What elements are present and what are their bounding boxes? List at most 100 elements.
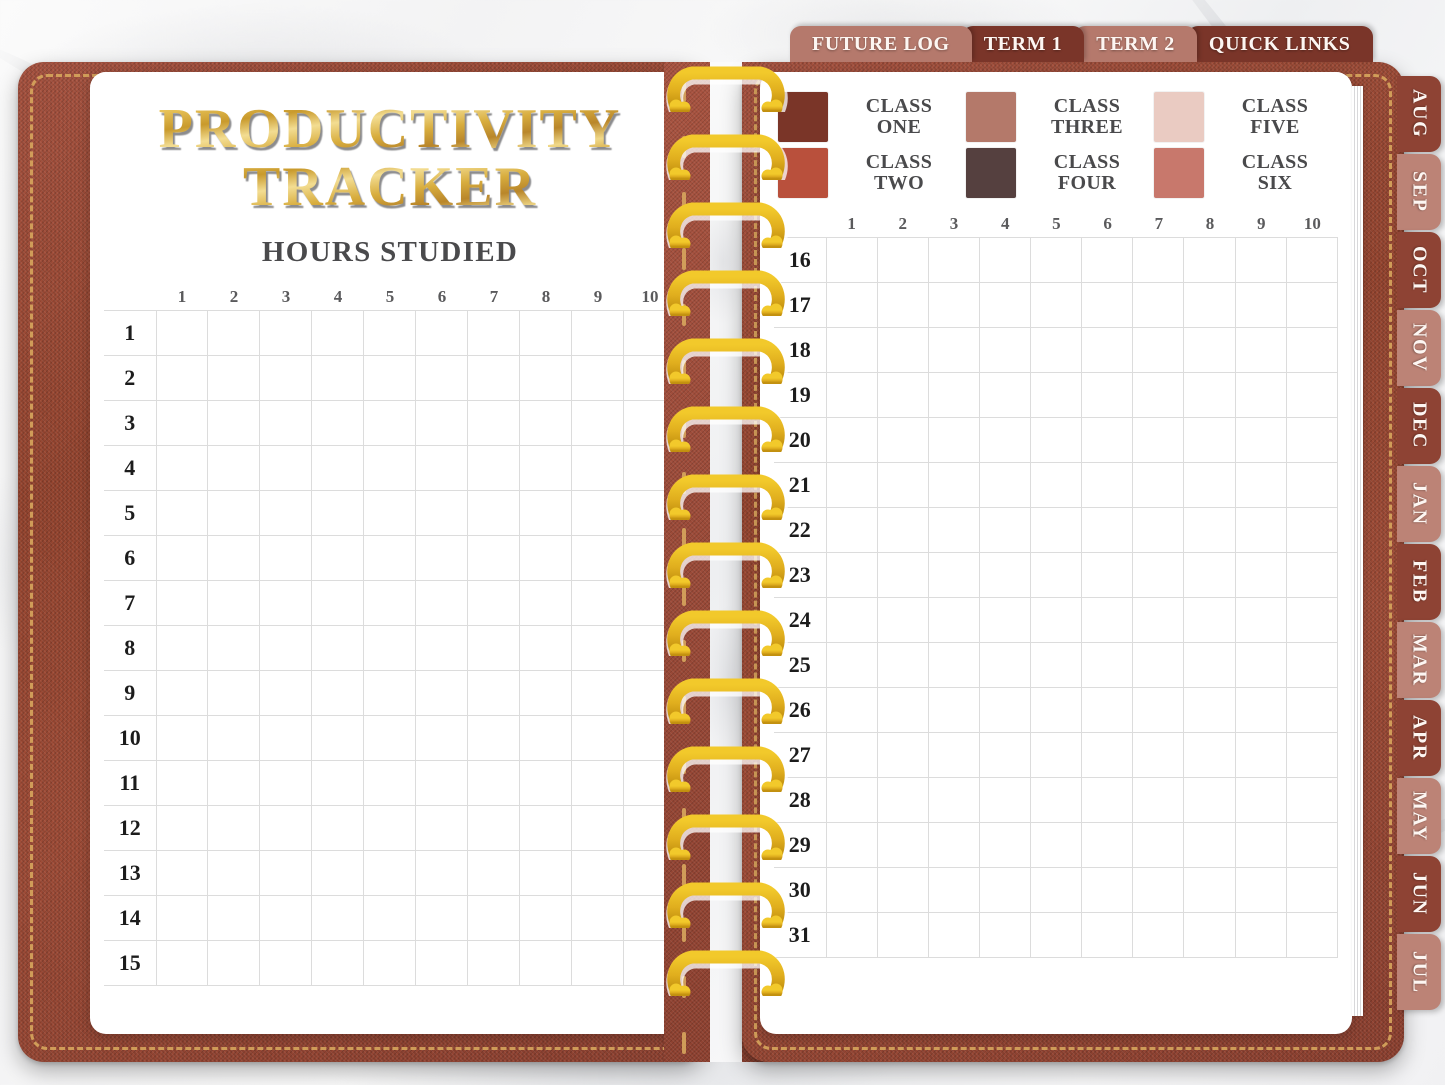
tracker-cell[interactable]: [927, 552, 980, 598]
tracker-cell[interactable]: [876, 642, 929, 688]
tracker-cell[interactable]: [155, 895, 209, 942]
tracker-cell[interactable]: [155, 310, 209, 357]
tracker-cell[interactable]: [1132, 732, 1185, 778]
tracker-cell[interactable]: [311, 400, 365, 447]
tracker-cell[interactable]: [467, 310, 521, 357]
tracker-cell[interactable]: [1030, 417, 1083, 463]
tracker-cell[interactable]: [207, 940, 261, 987]
tracker-cell[interactable]: [1285, 237, 1339, 283]
tracker-cell[interactable]: [1183, 822, 1236, 868]
tracker-cell[interactable]: [1234, 597, 1287, 643]
tracker-cell[interactable]: [1081, 372, 1134, 418]
tracker-cell[interactable]: [259, 895, 313, 942]
tracker-cell[interactable]: [1234, 282, 1287, 328]
tracker-cell[interactable]: [519, 400, 572, 447]
tracker-cell[interactable]: [1285, 732, 1339, 778]
tracker-cell[interactable]: [467, 355, 521, 402]
tracker-cell[interactable]: [1081, 417, 1134, 463]
tracker-cell[interactable]: [1081, 597, 1134, 643]
tracker-cell[interactable]: [1183, 327, 1236, 373]
tracker-cell[interactable]: [1132, 372, 1185, 418]
top-tab-quick-links[interactable]: QUICK LINKS: [1186, 26, 1373, 62]
tracker-cell[interactable]: [1285, 867, 1339, 913]
tracker-cell[interactable]: [876, 867, 929, 913]
tracker-cell[interactable]: [363, 850, 417, 897]
tracker-cell[interactable]: [519, 670, 572, 717]
tracker-cell[interactable]: [207, 580, 261, 627]
tracker-cell[interactable]: [1081, 867, 1134, 913]
tracker-cell[interactable]: [876, 552, 929, 598]
tracker-cell[interactable]: [825, 237, 878, 283]
tracker-cell[interactable]: [363, 580, 417, 627]
tracker-cell[interactable]: [363, 445, 417, 492]
month-tab-jun[interactable]: JUN: [1397, 856, 1441, 932]
tracker-cell[interactable]: [1183, 507, 1236, 553]
tracker-cell[interactable]: [1183, 732, 1236, 778]
tracker-cell[interactable]: [978, 822, 1032, 868]
tracker-cell[interactable]: [1183, 687, 1236, 733]
tracker-cell[interactable]: [155, 850, 209, 897]
tracker-cell[interactable]: [978, 597, 1032, 643]
tracker-cell[interactable]: [363, 310, 417, 357]
tracker-cell[interactable]: [571, 760, 624, 807]
tracker-cell[interactable]: [978, 282, 1032, 328]
tracker-cell[interactable]: [259, 715, 313, 762]
tracker-cell[interactable]: [1132, 642, 1185, 688]
tracker-cell[interactable]: [259, 490, 313, 537]
legend-item-class-six[interactable]: CLASS SIX: [1154, 148, 1334, 198]
tracker-cell[interactable]: [1081, 507, 1134, 553]
tracker-cell[interactable]: [259, 355, 313, 402]
tracker-cell[interactable]: [311, 580, 365, 627]
tracker-cell[interactable]: [415, 310, 469, 357]
tracker-cell[interactable]: [1081, 822, 1134, 868]
tracker-cell[interactable]: [1234, 462, 1287, 508]
tracker-cell[interactable]: [467, 850, 521, 897]
tracker-cell[interactable]: [467, 400, 521, 447]
tracker-cell[interactable]: [311, 445, 365, 492]
tracker-cell[interactable]: [311, 895, 365, 942]
tracker-cell[interactable]: [1285, 417, 1339, 463]
tracker-cell[interactable]: [1285, 327, 1339, 373]
tracker-cell[interactable]: [1285, 552, 1339, 598]
tracker-cell[interactable]: [876, 372, 929, 418]
month-tab-mar[interactable]: MAR: [1397, 622, 1441, 698]
tracker-cell[interactable]: [311, 670, 365, 717]
tracker-cell[interactable]: [978, 237, 1032, 283]
tracker-cell[interactable]: [1081, 282, 1134, 328]
tracker-cell[interactable]: [155, 355, 209, 402]
tracker-cell[interactable]: [519, 895, 572, 942]
tracker-cell[interactable]: [363, 355, 417, 402]
swatch-class-one[interactable]: [778, 92, 828, 142]
tracker-cell[interactable]: [927, 237, 980, 283]
tracker-cell[interactable]: [927, 597, 980, 643]
tracker-cell[interactable]: [519, 490, 572, 537]
tracker-cell[interactable]: [1234, 732, 1287, 778]
tracker-cell[interactable]: [415, 490, 469, 537]
tracker-cell[interactable]: [927, 687, 980, 733]
tracker-cell[interactable]: [927, 417, 980, 463]
tracker-cell[interactable]: [927, 912, 980, 958]
tracker-cell[interactable]: [1132, 237, 1185, 283]
tracker-cell[interactable]: [825, 597, 878, 643]
tracker-cell[interactable]: [1234, 822, 1287, 868]
tracker-cell[interactable]: [519, 805, 572, 852]
tracker-cell[interactable]: [1030, 867, 1083, 913]
month-tab-aug[interactable]: AUG: [1397, 76, 1441, 152]
tracker-cell[interactable]: [155, 490, 209, 537]
tracker-cell[interactable]: [927, 642, 980, 688]
tracker-cell[interactable]: [1081, 327, 1134, 373]
legend-item-class-two[interactable]: CLASS TWO: [778, 148, 958, 198]
tracker-cell[interactable]: [571, 805, 624, 852]
tracker-cell[interactable]: [415, 850, 469, 897]
tracker-cell[interactable]: [363, 805, 417, 852]
tracker-cell[interactable]: [1285, 282, 1339, 328]
tracker-cell[interactable]: [978, 462, 1032, 508]
tracker-cell[interactable]: [927, 867, 980, 913]
tracker-cell[interactable]: [825, 642, 878, 688]
tracker-cell[interactable]: [1234, 327, 1287, 373]
tracker-cell[interactable]: [825, 777, 878, 823]
tracker-cell[interactable]: [1132, 462, 1185, 508]
tracker-cell[interactable]: [519, 310, 572, 357]
tracker-cell[interactable]: [927, 822, 980, 868]
tracker-cell[interactable]: [1234, 552, 1287, 598]
